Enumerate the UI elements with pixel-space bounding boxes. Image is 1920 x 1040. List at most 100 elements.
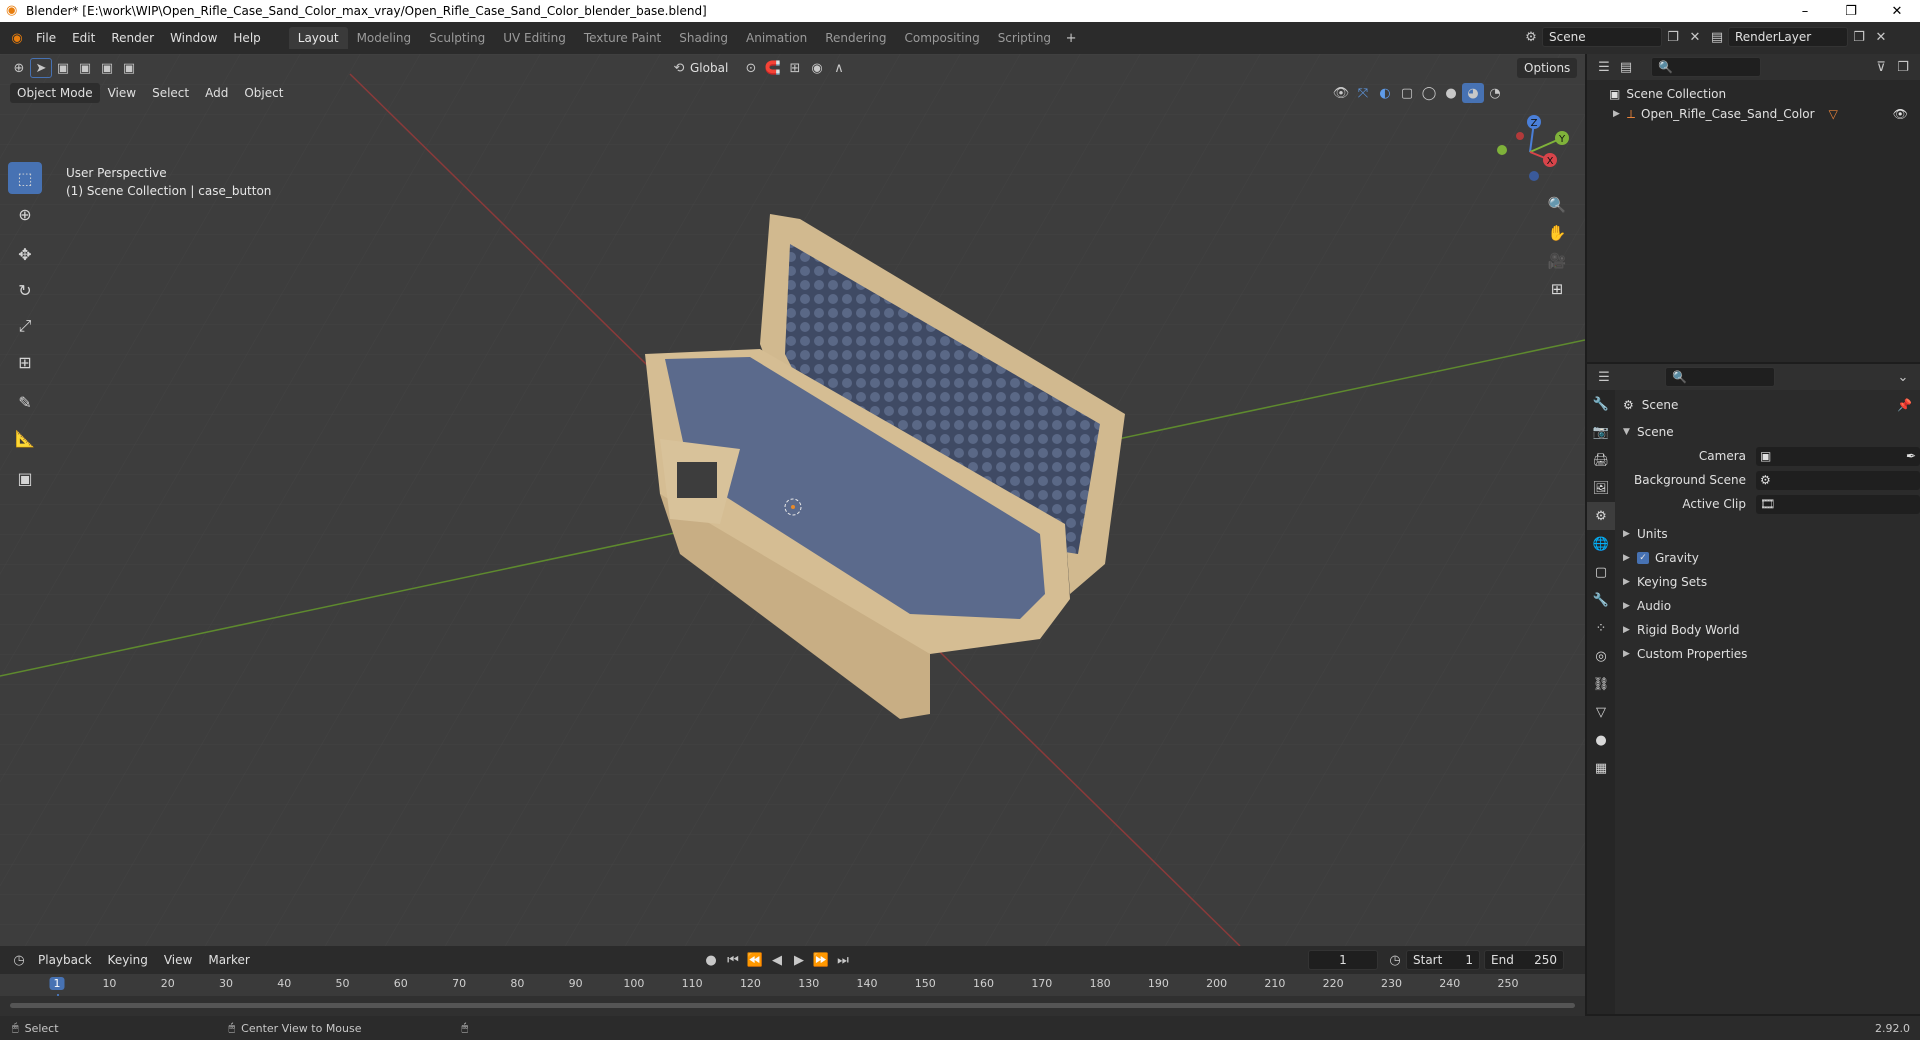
particles-tab-icon[interactable]: ⁘ [1587, 614, 1615, 642]
scene-icon[interactable]: ⚙ [1520, 27, 1542, 47]
minimize-button[interactable]: – [1782, 0, 1828, 22]
tab-animation[interactable]: Animation [737, 27, 816, 49]
outliner-search-input[interactable]: 🔍 [1651, 57, 1761, 77]
select-mode-icon[interactable]: ➤ [30, 58, 52, 78]
move-tool-icon[interactable]: ✥ [8, 238, 42, 270]
tab-rendering[interactable]: Rendering [816, 27, 895, 49]
rendered-shading-icon[interactable]: ◔ [1484, 83, 1506, 103]
delete-scene-icon[interactable]: ✕ [1684, 27, 1706, 47]
cursor-tool-icon[interactable]: ⊕ [8, 198, 42, 230]
tab-shading[interactable]: Shading [670, 27, 737, 49]
outliner-editor-icon[interactable]: ☰ [1593, 57, 1615, 77]
scene-tab-icon[interactable]: ⚙ [1587, 502, 1615, 530]
options-dropdown[interactable]: Options [1517, 58, 1578, 78]
proportional-edit-icon[interactable]: ◉ [806, 58, 828, 78]
add-cube-tool-icon[interactable]: ▣ [8, 462, 42, 494]
renderlayer-field[interactable]: RenderLayer [1728, 27, 1848, 47]
eyedropper-icon[interactable]: ✒ [1906, 449, 1916, 463]
camera-view-icon[interactable]: 🎥 [1543, 247, 1571, 275]
transform-tool-icon[interactable]: ⊞ [8, 346, 42, 378]
pin-icon[interactable]: 📌 [1897, 398, 1912, 412]
ortho-grid-icon[interactable]: ⊞ [1543, 275, 1571, 303]
pivot-icon[interactable]: ⊙ [740, 58, 762, 78]
xray-icon[interactable]: ▢ [1396, 83, 1418, 103]
units-section[interactable]: ▶ Units [1617, 522, 1920, 546]
tab-uv-editing[interactable]: UV Editing [494, 27, 575, 49]
start-frame-field[interactable]: Start 1 [1406, 950, 1480, 970]
tool-tab-icon[interactable]: 🔧 [1587, 390, 1615, 418]
object-tab-icon[interactable]: ▢ [1587, 558, 1615, 586]
material-tab-icon[interactable]: ● [1587, 726, 1615, 754]
new-layer-icon[interactable]: ❐ [1848, 27, 1870, 47]
render-tab-icon[interactable]: 📷 [1587, 418, 1615, 446]
data-tab-icon[interactable]: ▽ [1587, 698, 1615, 726]
menu-view[interactable]: View [100, 86, 144, 100]
play-reverse-icon[interactable]: ◀ [766, 950, 788, 970]
timeline-track-area[interactable] [0, 996, 1585, 1016]
constraints-tab-icon[interactable]: ⛓ [1587, 670, 1615, 698]
tab-compositing[interactable]: Compositing [895, 27, 988, 49]
select-subtract-icon[interactable]: ▣ [96, 58, 118, 78]
frame-ruler[interactable]: 1 10 20 30 40 50 60 70 80 90 100 110 120 130 140 150 160… [0, 974, 1585, 1016]
snap-target-icon[interactable]: ⊞ [784, 58, 806, 78]
tab-texture-paint[interactable]: Texture Paint [575, 27, 670, 49]
new-scene-icon[interactable]: ❐ [1662, 27, 1684, 47]
marker-menu[interactable]: Marker [200, 953, 257, 967]
audio-section[interactable]: ▶ Audio [1617, 594, 1920, 618]
custom-properties-section[interactable]: ▶ Custom Properties [1617, 642, 1920, 666]
output-tab-icon[interactable]: 🖨 [1587, 446, 1615, 474]
texture-tab-icon[interactable]: ▦ [1587, 754, 1615, 782]
properties-options-icon[interactable]: ⌄ [1892, 367, 1914, 387]
editor-type-icon[interactable]: ⊕ [8, 58, 30, 78]
filter-icon[interactable]: ⊽ [1870, 57, 1892, 77]
annotate-tool-icon[interactable]: ✎ [8, 386, 42, 418]
expand-icon[interactable]: ▶ [1613, 109, 1621, 119]
scene-field[interactable]: Scene [1542, 27, 1662, 47]
wireframe-shading-icon[interactable]: ◯ [1418, 83, 1440, 103]
tab-sculpting[interactable]: Sculpting [420, 27, 494, 49]
gravity-checkbox[interactable]: ✓ [1637, 552, 1649, 564]
keying-menu[interactable]: Keying [100, 953, 156, 967]
keying-sets-section[interactable]: ▶ Keying Sets [1617, 570, 1920, 594]
properties-search-input[interactable]: 🔍 [1665, 367, 1775, 387]
timeline-editor-icon[interactable]: ◷ [8, 950, 30, 970]
tab-modeling[interactable]: Modeling [348, 27, 421, 49]
pan-hand-icon[interactable]: ✋ [1543, 219, 1571, 247]
scale-tool-icon[interactable]: ⤢ [8, 310, 42, 342]
jump-keyframe-forward-icon[interactable]: ⏩ [810, 950, 832, 970]
select-extend-icon[interactable]: ▣ [74, 58, 96, 78]
properties-editor-icon[interactable]: ☰ [1593, 367, 1615, 387]
outliner-row-object[interactable]: ▶ ⟂ Open_Rifle_Case_Sand_Color ▽ 👁 [1587, 104, 1920, 124]
jump-keyframe-back-icon[interactable]: ⏪ [744, 950, 766, 970]
modifier-tab-icon[interactable]: 🔧 [1587, 586, 1615, 614]
visibility-icon[interactable]: 👁 [1330, 83, 1352, 103]
gizmo-toggle-icon[interactable]: ⤧ [1352, 83, 1374, 103]
timeline-view-menu[interactable]: View [156, 953, 200, 967]
falloff-icon[interactable]: ∧ [828, 58, 850, 78]
scene-panel-header[interactable]: ▼ Scene [1617, 420, 1920, 444]
playback-menu[interactable]: Playback [30, 953, 100, 967]
outliner-row-scene-collection[interactable]: ▣ Scene Collection [1587, 84, 1920, 104]
tab-scripting[interactable]: Scripting [989, 27, 1060, 49]
menu-help[interactable]: Help [225, 27, 268, 49]
jump-end-icon[interactable]: ⏭ [832, 950, 854, 970]
solid-shading-icon[interactable]: ● [1440, 83, 1462, 103]
rigid-body-world-section[interactable]: ▶ Rigid Body World [1617, 618, 1920, 642]
camera-field[interactable]: ▣ ✒ [1756, 446, 1920, 466]
navigation-gizmo[interactable]: Z Y X [1490, 112, 1570, 192]
display-mode-icon[interactable]: ▤ [1615, 57, 1637, 77]
timeline-scrollbar[interactable] [10, 1003, 1575, 1008]
tab-layout[interactable]: Layout [288, 27, 348, 49]
active-clip-field[interactable]: 🎞 [1756, 494, 1920, 514]
close-button[interactable]: ✕ [1874, 0, 1920, 22]
physics-tab-icon[interactable]: ◎ [1587, 642, 1615, 670]
zoom-icon[interactable]: 🔍 [1543, 191, 1571, 219]
delete-layer-icon[interactable]: ✕ [1870, 27, 1892, 47]
menu-edit[interactable]: Edit [64, 27, 103, 49]
add-workspace-icon[interactable]: + [1060, 28, 1082, 48]
new-collection-icon[interactable]: ❐ [1892, 57, 1914, 77]
select-box-tool-icon[interactable]: ⬚ [8, 162, 42, 194]
restore-button[interactable]: ❐ [1828, 0, 1874, 22]
menu-render[interactable]: Render [103, 27, 162, 49]
menu-add[interactable]: Add [197, 86, 236, 100]
